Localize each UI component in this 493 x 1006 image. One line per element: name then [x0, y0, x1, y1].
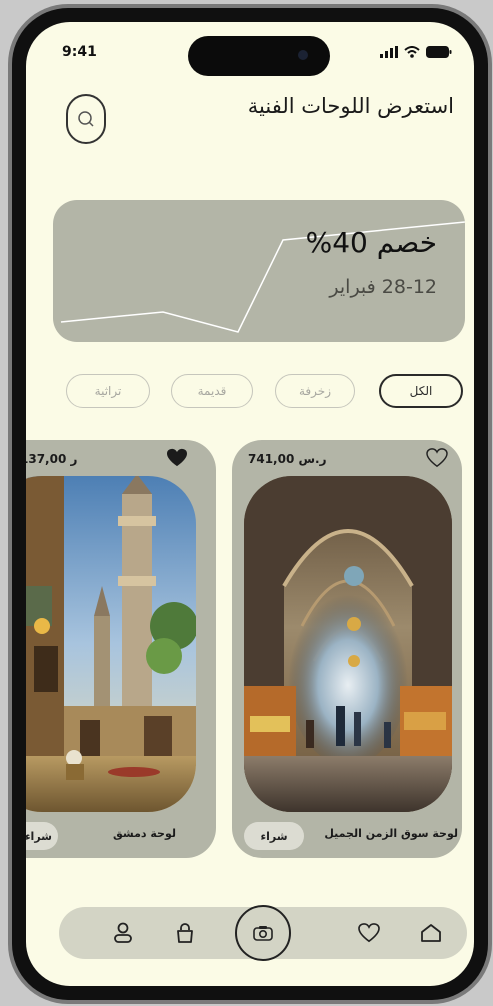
filter-chip-antique[interactable]: قديمة [171, 374, 253, 408]
product-name: لوحة سوق الزمن الجميل [324, 827, 458, 840]
product-image-bazaar[interactable] [244, 476, 452, 812]
nav-favorites[interactable] [349, 907, 389, 959]
product-image-damascus[interactable] [26, 476, 196, 812]
product-price: 137,00 ر [26, 452, 78, 466]
bazaar-painting [244, 476, 452, 812]
status-time: 9:41 [62, 44, 97, 60]
product-card[interactable]: 741,00 ر.س شراء لوحة سوق الزمن الجميل [232, 440, 462, 858]
promo-trend-line [60, 221, 465, 333]
app-screen: 9:41 استعرض اللوحات الفنية خصم 40% 28-12… [26, 22, 474, 986]
filter-chip-heritage[interactable]: تراثية [66, 374, 150, 408]
home-icon [421, 924, 441, 942]
promo-title: خصم 40% [305, 226, 437, 259]
filter-chip-all[interactable]: الكل [379, 374, 463, 408]
battery-icon [426, 46, 452, 58]
heart-icon [358, 923, 380, 943]
heart-outline-icon[interactable] [426, 448, 448, 468]
camera-lens [298, 50, 308, 60]
product-name: لوحة دمشق [112, 827, 176, 840]
product-price: 741,00 ر.س [248, 452, 327, 466]
product-card[interactable]: 137,00 ر [26, 440, 216, 858]
nav-home[interactable] [411, 907, 451, 959]
nav-bag[interactable] [165, 907, 205, 959]
buy-button[interactable]: شراء [26, 822, 58, 850]
search-icon [78, 111, 94, 127]
buy-button[interactable]: شراء [244, 822, 304, 850]
signal-icon [380, 46, 398, 58]
profile-icon [114, 922, 132, 943]
camera-icon [253, 926, 273, 941]
promo-banner[interactable]: خصم 40% 28-12 فبراير [53, 200, 465, 342]
bottom-nav [59, 905, 467, 961]
heart-filled-icon[interactable] [166, 448, 188, 468]
promo-dates: 28-12 فبراير [329, 276, 437, 298]
wifi-icon [404, 46, 420, 58]
nav-profile[interactable] [103, 907, 143, 959]
bag-icon [177, 923, 193, 943]
page-title: استعرض اللوحات الفنية [247, 94, 454, 118]
filter-chip-decoration[interactable]: زخرفة [275, 374, 355, 408]
dynamic-island [188, 36, 330, 76]
damascus-painting [26, 476, 196, 812]
status-icons [380, 46, 452, 58]
camera-button[interactable] [235, 905, 291, 961]
phone-bezel: 9:41 استعرض اللوحات الفنية خصم 40% 28-12… [12, 8, 488, 1000]
phone-frame: 9:41 استعرض اللوحات الفنية خصم 40% 28-12… [8, 4, 492, 1004]
search-button[interactable] [66, 94, 106, 144]
